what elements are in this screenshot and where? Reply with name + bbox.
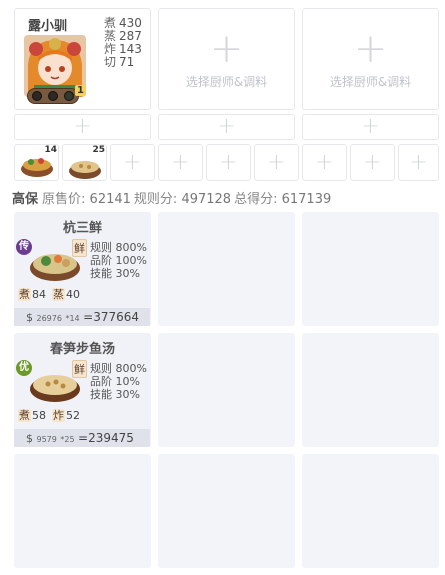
equipment-slot-icon[interactable] (64, 91, 74, 101)
dish-stat-grade: 品阶 100% (90, 254, 147, 267)
ingredient-slot[interactable]: + (110, 144, 155, 181)
dish-total: =377664 (83, 310, 140, 324)
ingredient-slot[interactable]: + (350, 144, 395, 181)
empty-chef-slot[interactable]: + 选择厨师&调料 (302, 8, 439, 110)
dish-stats: 规则 800% 品阶 100% 技能 30% (90, 241, 147, 280)
ingredient-slot[interactable]: + (158, 144, 203, 181)
skill-value: 52 (66, 409, 80, 422)
stat-value: 143 (119, 42, 142, 56)
dish-card[interactable]: 杭三鲜 传 鲜 规则 800% 品阶 100% 技能 30% 煮 84 蒸 40 $ … (14, 212, 151, 326)
add-icon: + (353, 26, 388, 72)
stat-value: 287 (119, 29, 142, 43)
empty-dish-slot[interactable] (158, 333, 295, 447)
score-summary: 高保 原售价: 62141 规则分: 497128 总得分: 617139 (12, 188, 334, 207)
skill-label: 煮 (18, 409, 31, 422)
select-chef-label: 选择厨师&调料 (185, 75, 268, 89)
ingredient-slot[interactable]: + (254, 144, 299, 181)
dish-stat-grade: 品阶 10% (90, 375, 140, 388)
flavor-tag: 鲜 (72, 360, 87, 378)
empty-dish-slot[interactable] (158, 212, 295, 326)
empty-chef-slot[interactable]: + 选择厨师&调料 (158, 8, 295, 110)
dish-stat-rule: 规则 800% (90, 241, 147, 254)
empty-dish-slot[interactable] (302, 212, 439, 326)
chef-skill-stats: 煮 430 蒸 287 炸 143 切 71 (104, 17, 142, 69)
guarantee-tag: 高保 (12, 192, 39, 207)
add-icon: + (123, 149, 142, 175)
dish-stat-skill: 技能 30% (90, 267, 140, 280)
ingredient-dish-icon (69, 161, 101, 179)
skill-label: 蒸 (52, 288, 65, 301)
add-icon: + (267, 149, 286, 175)
dish-stats: 规则 800% 品阶 10% 技能 30% (90, 362, 147, 401)
equip-slot[interactable]: + (302, 114, 439, 140)
add-icon: + (361, 114, 380, 139)
ingredient-count: 25 (92, 145, 105, 155)
ingredient-slot[interactable]: 25 (62, 144, 107, 181)
chef-card[interactable]: 露小驯 煮 430 蒸 287 炸 143 切 71 1 (14, 8, 151, 110)
dish-price: 26976 (36, 314, 62, 323)
dish-score-footer: $ 9579 *25 =239475 (14, 429, 150, 447)
stat-label: 蒸 (104, 29, 117, 43)
stat-value: 430 (119, 16, 142, 30)
dish-multiplier: *25 (60, 435, 75, 444)
equip-slot[interactable]: + (158, 114, 295, 140)
skill-value: 40 (66, 288, 80, 301)
empty-dish-slot[interactable] (302, 333, 439, 447)
add-icon: + (73, 114, 92, 139)
add-icon: + (217, 114, 236, 139)
stat-label: 切 (104, 55, 117, 69)
chef-name: 露小驯 (28, 19, 68, 34)
dish-skill-requirements: 煮 84 蒸 40 (18, 286, 80, 302)
equipment-slot-icon[interactable] (48, 91, 58, 101)
currency-icon: $ (26, 311, 33, 324)
price-value: 62141 (89, 192, 131, 207)
stat-value: 71 (119, 55, 135, 69)
add-icon: + (219, 149, 238, 175)
add-icon: + (409, 149, 428, 175)
add-icon: + (363, 149, 382, 175)
ingredient-count: 14 (44, 145, 57, 155)
add-icon: + (171, 149, 190, 175)
stat-label: 煮 (104, 16, 117, 30)
rule-value: 497128 (181, 192, 232, 207)
chef-stat-row: 切 71 (104, 56, 142, 69)
empty-dish-slot[interactable] (14, 454, 151, 568)
dish-total: =239475 (78, 431, 134, 445)
dish-stat-skill: 技能 30% (90, 388, 140, 401)
currency-icon: $ (26, 432, 33, 445)
dish-name: 杭三鲜 (62, 221, 102, 236)
empty-dish-slot[interactable] (158, 454, 295, 568)
dish-multiplier: *14 (65, 314, 80, 323)
ingredient-slot[interactable]: 14 (14, 144, 59, 181)
dish-stat-rule: 规则 800% (90, 362, 147, 375)
dish-name: 春笋步鱼汤 (49, 342, 115, 357)
skill-value: 58 (32, 409, 46, 422)
equipment-slot-icon[interactable] (32, 91, 42, 101)
chef-level-badge: 1 (75, 85, 86, 96)
empty-dish-slot[interactable] (302, 454, 439, 568)
ingredient-slot[interactable]: + (302, 144, 347, 181)
total-label: 总得分: (234, 192, 278, 207)
flavor-tag: 鲜 (72, 239, 87, 257)
equip-slot[interactable]: + (14, 114, 151, 140)
equipment-slots[interactable] (27, 88, 79, 104)
skill-value: 84 (32, 288, 46, 301)
rule-label: 规则分: (133, 192, 178, 207)
price-label: 原售价: (42, 192, 86, 207)
dish-skill-requirements: 煮 58 炸 52 (18, 407, 80, 423)
ingredient-slot[interactable]: + (398, 144, 439, 181)
skill-label: 煮 (18, 288, 31, 301)
add-icon: + (315, 149, 334, 175)
ingredient-slot[interactable]: + (206, 144, 251, 181)
dish-price: 9579 (36, 435, 57, 444)
dish-card[interactable]: 春笋步鱼汤 优 鲜 规则 800% 品阶 10% 技能 30% 煮 58 炸 52 $… (14, 333, 151, 447)
select-chef-label: 选择厨师&调料 (329, 75, 412, 89)
stat-label: 炸 (104, 42, 117, 56)
add-icon: + (209, 26, 244, 72)
dish-score-footer: $ 26976 *14 =377664 (14, 308, 150, 326)
skill-label: 炸 (52, 409, 65, 422)
total-value: 617139 (281, 192, 332, 207)
